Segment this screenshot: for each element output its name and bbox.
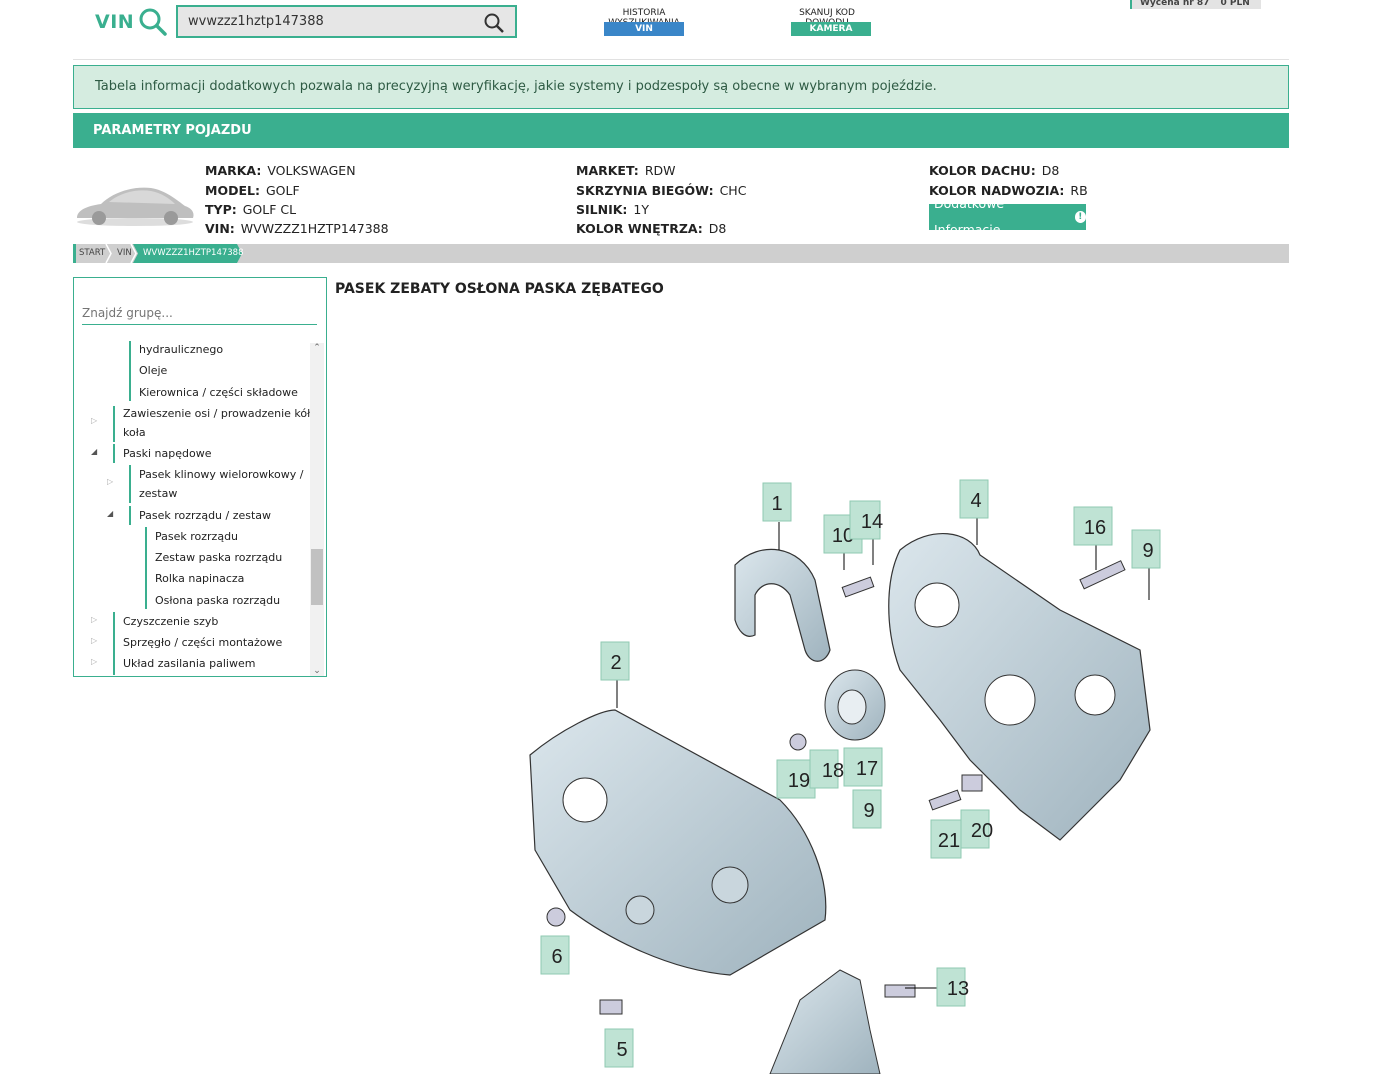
magnifier-logo-icon: [139, 8, 167, 36]
tree-item[interactable]: Pasek rozrządu / zestaw: [139, 506, 271, 525]
tree-line: [129, 465, 131, 503]
param-market: MARKET: RDW: [576, 163, 676, 178]
diagram-title: PASEK ZEBATY OSŁONA PASKA ZĘBATEGO: [335, 281, 664, 297]
tree-item[interactable]: Rolka napinacza: [155, 569, 244, 588]
extra-info-label: Dodatkowe Informacje: [934, 196, 1005, 237]
vehicle-params-header: PARAMETRY POJAZDU: [73, 113, 1289, 148]
callout-label: 19: [788, 770, 810, 792]
vin-logo[interactable]: VIN: [95, 6, 168, 38]
quote-label: Wycena nr 87: [1140, 0, 1210, 8]
callout-label: 1: [771, 493, 782, 515]
info-icon: !: [1074, 211, 1086, 223]
callout-label: 6: [551, 946, 562, 968]
tree-line: [145, 527, 147, 609]
history-vin-button[interactable]: VIN: [604, 22, 684, 36]
breadcrumb: START VIN WVWZZZ1HZTP147388: [73, 244, 1289, 263]
tree-item[interactable]: Sprzęgło / części montażowe: [123, 633, 282, 652]
extra-info-button[interactable]: Dodatkowe Informacje !: [929, 196, 1086, 237]
bolt-part[interactable]: [841, 576, 875, 598]
breadcrumb-start[interactable]: START: [74, 244, 105, 263]
collapse-arrow-icon[interactable]: ◢: [91, 447, 97, 456]
tree-item[interactable]: Czyszczenie szyb: [123, 612, 218, 631]
tree-item[interactable]: hydraulicznego: [139, 340, 223, 359]
callout-label: 5: [616, 1039, 627, 1061]
param-typ: TYP: GOLF CL: [205, 202, 297, 217]
tree-scrollbar[interactable]: ⌃ ⌄: [310, 343, 324, 676]
param-vin: VIN: WVWZZZ1HZTP147388: [205, 221, 389, 236]
callout-label: 2: [610, 652, 621, 674]
tree-item[interactable]: Oleje: [139, 361, 167, 380]
tree-item[interactable]: Kierownica / części składowe: [139, 383, 298, 402]
tree-item[interactable]: Pasek rozrządu: [155, 527, 238, 546]
front-cover-part[interactable]: [529, 709, 827, 976]
tree-line: [129, 341, 131, 401]
callout-label: 9: [863, 800, 874, 822]
tree-item[interactable]: Paski napędowe: [123, 444, 211, 463]
callout-label: 20: [971, 820, 993, 842]
logo-text: VIN: [95, 11, 135, 33]
expand-arrow-icon[interactable]: ▷: [91, 657, 97, 666]
tree-line: [113, 406, 115, 442]
param-model: MODEL: GOLF: [205, 183, 300, 198]
lower-cover-part[interactable]: [769, 969, 881, 1074]
expand-arrow-icon[interactable]: ▷: [91, 615, 97, 624]
group-tree-panel: hydraulicznego Oleje Kierownica / części…: [73, 277, 327, 677]
clip-part[interactable]: [599, 999, 623, 1015]
expand-arrow-icon[interactable]: ▷: [91, 636, 97, 645]
expand-arrow-icon[interactable]: ▷: [107, 477, 113, 486]
breadcrumb-vin[interactable]: VIN: [112, 244, 132, 263]
car-image: [77, 187, 194, 226]
scrollbar-thumb[interactable]: [311, 549, 323, 605]
header-divider: [73, 59, 1289, 60]
vin-search-box: [176, 5, 517, 38]
callout-label: 16: [1084, 517, 1106, 539]
timing-belt-part[interactable]: [734, 548, 831, 662]
tree-item[interactable]: Pasek klinowy wielorowkowy / zestaw: [139, 465, 303, 503]
breadcrumb-current[interactable]: WVWZZZ1HZTP147388: [138, 244, 243, 263]
nut-part[interactable]: [789, 733, 807, 751]
quote-badge[interactable]: Wycena nr 87 0 PLN: [1130, 0, 1261, 9]
callout-label: 17: [856, 758, 878, 780]
callout-label: 9: [1142, 540, 1153, 562]
search-icon[interactable]: [483, 12, 505, 34]
vin-search-input[interactable]: [178, 7, 478, 36]
tree-item[interactable]: Układ zasilania paliwem: [123, 654, 255, 673]
callout-label: 21: [938, 830, 960, 852]
tree-line: [113, 612, 115, 675]
tree-line: [113, 444, 115, 463]
scroll-down-icon[interactable]: ⌄: [310, 666, 324, 676]
collapse-arrow-icon[interactable]: ◢: [107, 509, 113, 518]
spacer-part[interactable]: [961, 774, 983, 792]
param-marka: MARKA: VOLKSWAGEN: [205, 163, 356, 178]
callout-label: 14: [861, 511, 883, 533]
tree-line: [129, 506, 131, 525]
tree-item[interactable]: Zestaw paska rozrządu: [155, 548, 282, 567]
expand-arrow-icon[interactable]: ▷: [91, 416, 97, 425]
info-message: Tabela informacji dodatkowych pozwala na…: [73, 65, 1289, 109]
callout-label: 4: [970, 490, 981, 512]
param-roof-color: KOLOR DACHU: D8: [929, 163, 1060, 178]
quote-value: 0 PLN: [1220, 0, 1250, 8]
param-interior-color: KOLOR WNĘTRZA: D8: [576, 221, 727, 236]
callout-label: 18: [822, 760, 844, 782]
group-search-input[interactable]: [82, 302, 317, 325]
callout-label: 13: [947, 978, 969, 1000]
plug-part[interactable]: [546, 907, 566, 927]
stud-part[interactable]: [1079, 560, 1126, 590]
bolt-part[interactable]: [884, 984, 916, 998]
scroll-up-icon[interactable]: ⌃: [310, 343, 324, 353]
param-engine: SILNIK: 1Y: [576, 202, 650, 217]
tree-item[interactable]: Osłona paska rozrządu: [155, 591, 280, 610]
bolt-part[interactable]: [928, 789, 962, 811]
camera-button[interactable]: KAMERA: [791, 22, 871, 36]
tree-item[interactable]: Zawieszenie osi / prowadzenie kół / koła: [123, 404, 317, 442]
param-gearbox: SKRZYNIA BIEGÓW: CHC: [576, 183, 747, 198]
parts-diagram[interactable]: 1 10 14 4 16 9 2 19 18 17 9 21 20 6 13 5: [500, 470, 1200, 1074]
